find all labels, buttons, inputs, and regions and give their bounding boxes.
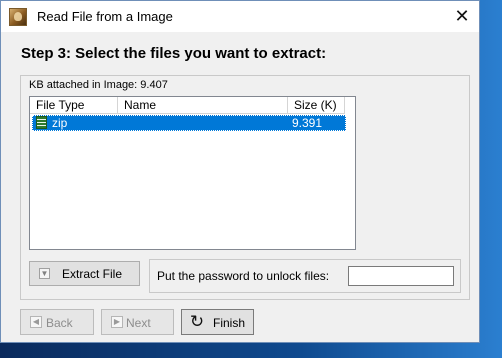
zip-file-icon <box>36 116 47 129</box>
kb-attached-label: KB attached in Image: 9.407 <box>29 79 168 91</box>
extract-file-button[interactable]: ▼ Extract File <box>29 261 140 286</box>
column-header-size[interactable]: Size (K) <box>288 97 345 114</box>
next-arrow-icon: ▶ <box>111 316 123 328</box>
finish-icon: ↻ <box>189 312 205 331</box>
file-list[interactable]: File Type Name Size (K) zip 9.391 <box>29 96 356 250</box>
back-arrow-icon: ◀ <box>30 316 42 328</box>
password-label: Put the password to unlock files: <box>157 269 330 283</box>
back-button[interactable]: ◀ Back <box>20 309 94 335</box>
back-label: Back <box>46 316 73 330</box>
title-bar[interactable]: Read File from a Image ✕ <box>1 1 479 32</box>
next-label: Next <box>126 316 151 330</box>
app-logo-icon <box>9 8 27 26</box>
close-button[interactable]: ✕ <box>445 1 479 32</box>
password-input[interactable] <box>348 266 454 286</box>
extract-file-label: Extract File <box>62 267 123 281</box>
step-heading: Step 3: Select the files you want to ext… <box>21 45 327 62</box>
finish-label: Finish <box>213 316 246 330</box>
extract-icon: ▼ <box>39 268 50 279</box>
finish-button[interactable]: ↻ Finish <box>181 309 254 335</box>
file-list-row[interactable]: zip 9.391 <box>32 115 346 131</box>
file-size-cell: 9.391 <box>292 116 323 130</box>
file-type-cell: zip <box>52 116 68 130</box>
window-title: Read File from a Image <box>37 9 173 24</box>
column-header-name[interactable]: Name <box>118 97 288 114</box>
next-button[interactable]: ▶ Next <box>101 309 174 335</box>
file-list-header: File Type Name Size (K) <box>30 97 355 114</box>
dialog-window: Read File from a Image ✕ Step 3: Select … <box>0 0 480 343</box>
column-header-file-type[interactable]: File Type <box>30 97 118 114</box>
